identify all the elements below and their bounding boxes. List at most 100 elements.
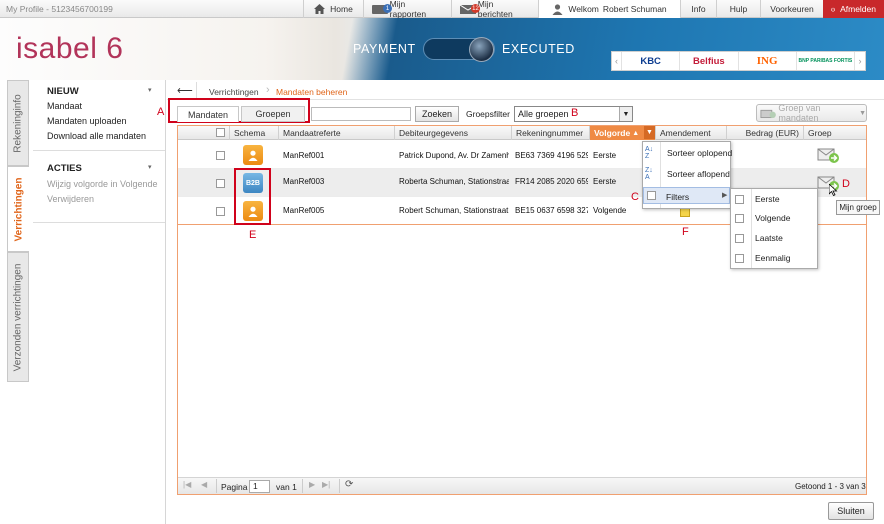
- group-icon: [760, 109, 776, 118]
- tab-mandaten[interactable]: Mandaten: [177, 106, 239, 122]
- payment-label: PAYMENT: [353, 42, 416, 56]
- menu-upload[interactable]: Mandaten uploaden: [47, 116, 127, 126]
- messages-label: Mijn berichten: [477, 0, 513, 19]
- tab-verzonden[interactable]: Verzonden verrichtingen: [7, 252, 29, 382]
- chevron-right-icon: ▶: [722, 192, 728, 199]
- col-volgorde-label: Volgorde: [594, 128, 631, 138]
- filter-option-label: Eerste: [755, 194, 780, 204]
- toggle-knob[interactable]: [469, 37, 494, 62]
- pager-status: Getoond 1 - 3 van 3: [795, 482, 866, 491]
- cell-sequence: Volgende: [593, 206, 627, 215]
- row-checkbox[interactable]: [216, 151, 225, 160]
- divider: [33, 150, 165, 151]
- home-icon: [314, 4, 326, 14]
- bank-belfius[interactable]: Belfius: [680, 52, 739, 70]
- bank-bnp[interactable]: BNP PARIBAS FORTIS: [797, 52, 855, 70]
- logout-button[interactable]: Afmelden: [823, 0, 884, 18]
- menu-mandaat[interactable]: Mandaat: [47, 101, 82, 111]
- filter-option[interactable]: Eenmalig: [735, 253, 790, 263]
- col-mandaatreferte[interactable]: Mandaatreferte: [278, 126, 394, 140]
- reports-badge: 1: [383, 4, 392, 13]
- menu-download[interactable]: Download alle mandaten: [47, 131, 146, 141]
- sort-descending-item[interactable]: Z↓ A Sorteer aflopend: [645, 167, 730, 181]
- divider: [339, 479, 340, 493]
- cell-account: FR14 2085 2020 6598: [515, 177, 588, 186]
- messages-link[interactable]: 12 Mijn berichten: [451, 0, 538, 19]
- envelope-icon: 12: [460, 3, 480, 15]
- collapse-icon[interactable]: ▾: [148, 86, 152, 94]
- annotation-a: A: [157, 106, 165, 118]
- col-schema[interactable]: Schema: [229, 126, 278, 140]
- col-amendement[interactable]: Amendement: [655, 126, 726, 140]
- collapse-icon[interactable]: ▾: [148, 163, 152, 171]
- annotation-b: B: [571, 107, 579, 119]
- page-input[interactable]: 1: [249, 480, 270, 493]
- col-volgorde[interactable]: Volgorde ▲ ▼: [589, 126, 655, 140]
- filter-option-label: Volgende: [755, 213, 791, 223]
- messages-badge: 12: [471, 4, 480, 13]
- search-button[interactable]: Zoeken: [415, 106, 459, 122]
- cell-account: BE15 0637 6598 3274: [515, 206, 588, 215]
- col-bedrag[interactable]: Bedrag (EUR): [726, 126, 803, 140]
- add-to-group-icon[interactable]: [815, 143, 841, 169]
- tab-verzonden-label: Verzonden verrichtingen: [12, 263, 24, 371]
- reports-label: Mijn rapporten: [389, 0, 427, 19]
- help-link[interactable]: Hulp: [716, 0, 760, 18]
- banks-next-icon[interactable]: ›: [855, 52, 865, 70]
- reports-link[interactable]: 1 Mijn rapporten: [363, 0, 451, 19]
- cell-debtor: Roberta Schuman, Stationstraat 12: [399, 177, 509, 186]
- annotation-f: F: [682, 226, 689, 238]
- tab-rekeninginfo[interactable]: Rekeninginfo: [7, 80, 29, 166]
- home-link[interactable]: Home: [303, 0, 363, 18]
- tab-groepen[interactable]: Groepen: [241, 106, 305, 122]
- tab-verrichtingen[interactable]: Verrichtingen: [7, 166, 29, 252]
- close-button[interactable]: Sluiten: [828, 502, 874, 520]
- preferences-link[interactable]: Voorkeuren: [760, 0, 823, 18]
- row-checkbox[interactable]: [216, 207, 225, 216]
- filter-option-label: Laatste: [755, 233, 783, 243]
- sort-desc-label: Sorteer aflopend: [667, 169, 730, 179]
- bank-kbc[interactable]: KBC: [622, 52, 681, 70]
- row-checkbox[interactable]: [216, 179, 225, 188]
- isabel-logo: isabel 6: [16, 32, 124, 65]
- left-menu: [29, 80, 166, 524]
- page-label: Pagina: [221, 482, 248, 492]
- bank-ing[interactable]: ING: [739, 52, 797, 70]
- prev-page-icon[interactable]: ◀: [201, 480, 207, 489]
- cell-account: BE63 7369 4196 5298: [515, 151, 588, 160]
- chevron-down-icon: ▼: [859, 109, 866, 117]
- amendment-note-icon[interactable]: [680, 208, 690, 217]
- filters-checkbox[interactable]: [647, 191, 656, 200]
- back-arrow-icon[interactable]: ⟵: [177, 84, 193, 97]
- cell-debtor: Patrick Dupond, Av. Dr Zamenhof: [399, 151, 509, 160]
- col-groep[interactable]: Groep: [803, 126, 866, 140]
- column-menu-icon[interactable]: ▼: [644, 126, 655, 139]
- next-page-icon[interactable]: ▶: [309, 480, 315, 489]
- cell-sequence: Eerste: [593, 177, 617, 186]
- bank-selector: ‹ KBC Belfius ING BNP PARIBAS FORTIS ›: [611, 51, 866, 71]
- filter-option[interactable]: Volgende: [735, 213, 790, 223]
- filter-option[interactable]: Eerste: [735, 194, 780, 204]
- last-page-icon[interactable]: ▶|: [322, 480, 330, 489]
- welcome-label: Welkom: [568, 4, 599, 14]
- sort-az-icon: A↓ Z: [645, 146, 654, 160]
- chevron-down-icon[interactable]: ▼: [619, 107, 632, 121]
- filter-option[interactable]: Laatste: [735, 233, 783, 243]
- info-link[interactable]: Info: [680, 0, 716, 18]
- groupfilter-label: Groepsfilter: [466, 109, 510, 119]
- banks-prev-icon[interactable]: ‹: [612, 52, 622, 70]
- divider: [216, 479, 217, 493]
- refresh-icon[interactable]: ⟳: [345, 479, 353, 490]
- first-page-icon[interactable]: |◀: [183, 480, 191, 489]
- sort-ascending-item[interactable]: A↓ Z Sorteer oplopend: [645, 146, 732, 160]
- col-rekeningnummer[interactable]: Rekeningnummer: [511, 126, 589, 140]
- select-all-checkbox[interactable]: [216, 128, 225, 137]
- search-input[interactable]: [311, 107, 411, 121]
- col-debiteurgegevens[interactable]: Debiteurgegevens: [394, 126, 511, 140]
- divider: [33, 222, 165, 223]
- group-mandates-button[interactable]: Groep van mandaten ▼: [756, 103, 867, 123]
- sort-za-icon: Z↓ A: [645, 167, 653, 181]
- welcome-area: Welkom Robert Schuman: [538, 0, 680, 18]
- crumb-verrichtingen[interactable]: Verrichtingen: [209, 87, 259, 97]
- new-section-title: NIEUW: [47, 86, 79, 97]
